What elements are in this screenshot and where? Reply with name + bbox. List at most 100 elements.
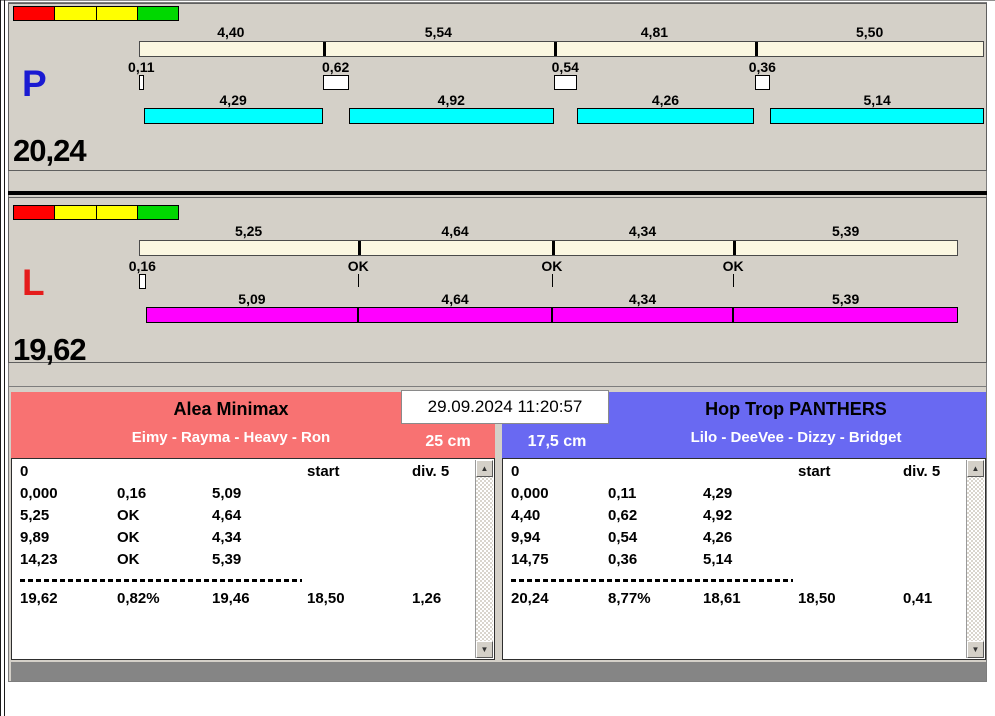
status-light-bar: [13, 205, 179, 220]
yellow-light: [96, 206, 138, 219]
segment-time-label: 4,40: [217, 24, 245, 40]
segment-time-label: 5,54: [424, 24, 452, 40]
lane-letter: L: [22, 262, 45, 303]
yellow-light: [96, 7, 138, 20]
exchange-time-label: 0,16: [128, 258, 156, 274]
yellow-light: [55, 7, 97, 20]
table-total-cell: 18,50: [307, 590, 345, 607]
jump-height-badge: 17,5 cm: [527, 433, 587, 450]
table-separator-line: [511, 579, 793, 582]
segment-time-label: 4,64: [441, 223, 469, 239]
table-total-cell: 19,46: [212, 590, 250, 607]
timing-app-window: P 20,24 4,40 0,11 4,29 5,54 0,62 4,92 4,81 0,54 4,…: [0, 0, 995, 716]
table-cell: 4,29: [703, 485, 733, 502]
segment-time-label: 5,39: [831, 223, 860, 239]
table-header-cell: start: [307, 463, 340, 480]
run-time-label: 4,26: [651, 92, 680, 108]
table-cell: 5,09: [212, 485, 242, 502]
table-cell: OK: [117, 551, 140, 568]
team-name-label: Alea Minimax: [173, 399, 289, 419]
table-cell: 5,39: [212, 551, 242, 568]
exchange-ok-tick: [358, 274, 360, 287]
segment-tick: [551, 241, 555, 255]
screen-top-line: [0, 0, 995, 1]
lane-p-content: P 20,24 4,40 0,11 4,29 5,54 0,62 4,92 4,81 0,54 4,…: [9, 4, 986, 170]
green-light: [137, 206, 178, 219]
table-cell: OK: [117, 529, 140, 546]
run-time-bar: [358, 307, 552, 323]
table-cell: 14,75: [511, 551, 549, 568]
table-total-cell: 20,24: [511, 590, 549, 607]
exchange-ok-tick: [551, 274, 553, 287]
exchange-time-label: 0,62: [322, 59, 350, 75]
run-time-bar: [551, 307, 734, 323]
scrollbar-up-button[interactable]: ▲: [476, 460, 493, 477]
table-header-cell: div. 5: [412, 463, 450, 480]
segment-time-label: 5,25: [234, 223, 263, 239]
table-header-cell: start: [798, 463, 831, 480]
segment-tick: [733, 241, 737, 255]
results-table-right: 0 start div. 5 0,000 0,11 4,29 4,40 0,62 4,92 9,9…: [502, 458, 986, 660]
table-cell: 9,89: [20, 529, 50, 546]
table-total-cell: 0,41: [903, 590, 933, 607]
table-cell: 5,14: [703, 551, 733, 568]
exchange-time-label: 0,54: [551, 59, 579, 75]
exchange-box: [322, 75, 349, 90]
scrollbar-down-button[interactable]: ▼: [476, 641, 493, 658]
lane-l-content: L 19,62 5,25 0,16 5,09 4,64 OK 4,64 4,34 OK 4,34 5,…: [9, 203, 986, 365]
exchange-time-label: 0,11: [128, 59, 155, 75]
table-cell: 14,23: [20, 551, 58, 568]
table-cell: 0,000: [20, 485, 58, 502]
table-cell: 4,34: [212, 529, 242, 546]
table-total-cell: 8,77%: [608, 590, 651, 607]
scrollbar-up-button[interactable]: ▲: [967, 460, 984, 477]
run-time-bar: [769, 108, 985, 124]
exchange-box: [754, 75, 770, 90]
run-time-label: 4,29: [219, 92, 247, 108]
team-name-label: Hop Trop PANTHERS: [705, 399, 887, 419]
lane-p-panel: P 20,24 4,40 0,11 4,29 5,54 0,62 4,92 4,81 0,54 4,…: [8, 3, 987, 171]
exchange-time-label: 0,36: [748, 59, 776, 75]
run-time-label: 4,34: [628, 291, 657, 307]
run-time-bar: [348, 108, 554, 124]
segment-tick: [358, 241, 362, 255]
run-time-label: 4,92: [437, 92, 465, 108]
run-time-label: 5,09: [238, 291, 266, 307]
run-time-bar: [576, 108, 755, 124]
run-time-bar: [145, 307, 359, 323]
exchange-time-label: OK: [722, 258, 744, 274]
table-separator-line: [20, 579, 302, 582]
lane-letter: P: [22, 63, 47, 104]
run-time-label: 5,14: [863, 92, 891, 108]
lane-l-panel: L 19,62 5,25 0,16 5,09 4,64 OK 4,64 4,34 OK 4,34 5,…: [8, 197, 987, 365]
team-members-label: Eimy - Rayma - Heavy - Ron: [131, 429, 331, 446]
table-cell: 0,000: [511, 485, 549, 502]
screen-edge-line: [0, 0, 5, 716]
segment-time-label: 4,34: [628, 223, 657, 239]
red-light: [14, 206, 56, 219]
run-time-label: 4,64: [441, 291, 469, 307]
segment-tick: [553, 42, 557, 56]
segment-time-label: 5,50: [856, 24, 884, 40]
table-scrollbar[interactable]: ▲ ▼: [475, 460, 493, 658]
run-time-label: 5,39: [831, 291, 860, 307]
scrollbar-down-button[interactable]: ▼: [967, 641, 984, 658]
table-scrollbar[interactable]: ▲ ▼: [966, 460, 984, 658]
table-cell: 4,92: [703, 507, 733, 524]
table-cell: 0,36: [608, 551, 638, 568]
table-header-cell: 0: [511, 463, 520, 480]
table-cell: 0,54: [608, 529, 638, 546]
yellow-light: [55, 206, 97, 219]
green-light: [137, 7, 178, 20]
datetime-label: 29.09.2024 11:20:57: [401, 390, 609, 424]
results-table-left: 0 start div. 5 0,000 0,16 5,09 5,25 OK 4,64 9,89 O…: [11, 458, 495, 660]
segment-tick: [322, 42, 326, 56]
table-cell: 5,25: [20, 507, 50, 524]
run-time-bar: [733, 307, 959, 323]
results-panel: Alea Minimax Eimy - Rayma - Heavy - Ron …: [8, 386, 987, 682]
table-cell: 9,94: [511, 529, 541, 546]
table-total-cell: 18,50: [798, 590, 836, 607]
table-cell: 0,16: [117, 485, 147, 502]
run-time-bar: [143, 108, 323, 124]
table-cell: 4,64: [212, 507, 242, 524]
